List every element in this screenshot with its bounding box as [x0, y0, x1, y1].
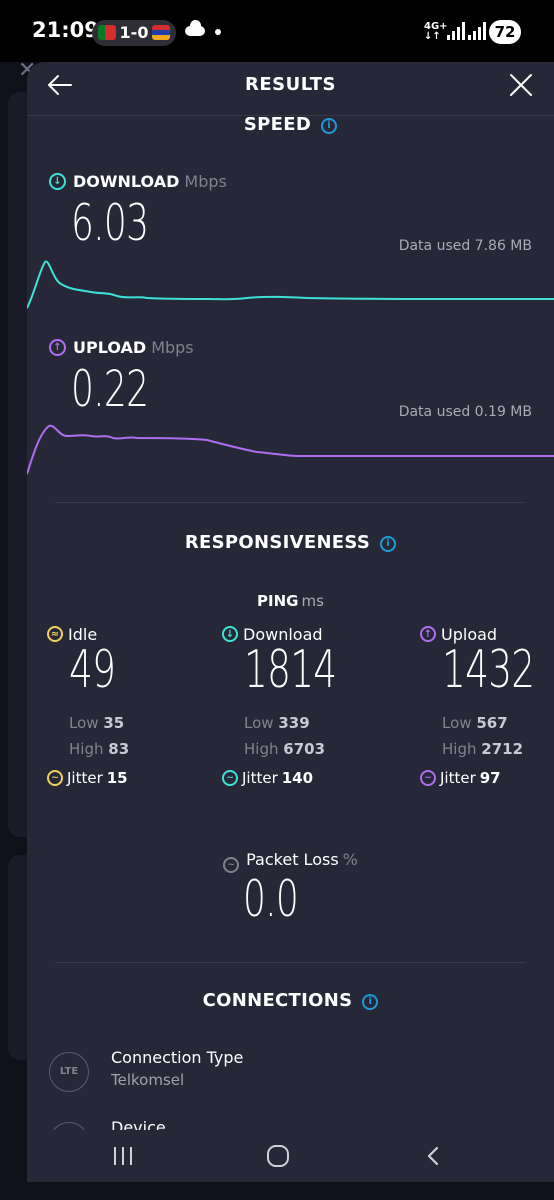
download-label: ↓ DOWNLOAD Mbps [49, 172, 227, 191]
ping-idle-value: 49 [69, 640, 116, 700]
connections-section-title: CONNECTIONS i [27, 990, 554, 1011]
cloud-icon [185, 20, 205, 36]
recent-apps-icon[interactable] [114, 1147, 134, 1165]
ping-download-jitter: ~ Jitter 140 [222, 769, 392, 787]
ping-upload-value: 1432 [442, 640, 535, 700]
download-arrow-icon: ↓ [222, 626, 238, 642]
ping-upload-high: High 2712 [442, 740, 524, 758]
ping-idle-column: ≈ Idle 49 Low 35 High 83 ~ Jitter 15 [47, 624, 217, 787]
connection-type-value: Telkomsel [111, 1071, 185, 1089]
info-icon[interactable]: i [362, 994, 379, 1010]
match-score-notification: 1-0 [92, 20, 176, 46]
jitter-icon: ~ [420, 770, 436, 786]
ping-download-high: High 6703 [244, 740, 326, 758]
upload-speed-value: 0.22 [71, 360, 149, 418]
ping-download-low: Low 339 [244, 714, 310, 732]
page-title: RESULTS [245, 74, 336, 95]
close-icon[interactable] [506, 70, 536, 100]
jitter-icon: ~ [222, 770, 238, 786]
notification-dot-icon [215, 29, 221, 35]
network-type: 4G+ ↓↑ [424, 21, 448, 42]
ping-download-value-wrap: 1814 [222, 640, 392, 710]
signal-icon [468, 22, 486, 40]
ping-upload-jitter: ~ Jitter 97 [420, 769, 554, 787]
bottom-strip [0, 1182, 554, 1200]
ping-upload-low: Low 567 [442, 714, 508, 732]
signal-icon [447, 22, 465, 40]
divider [55, 962, 526, 963]
jitter-icon: ~ [47, 770, 63, 786]
system-navigation-bar [27, 1130, 554, 1182]
info-icon[interactable]: i [321, 118, 338, 134]
results-sheet: RESULTS SPEED i ↓ DOWNLOAD Mbps 6.03 Data … [27, 62, 554, 1182]
upload-speed-graph [27, 424, 554, 475]
info-icon[interactable]: i [380, 536, 397, 552]
ping-idle-low: Low 35 [69, 714, 125, 732]
ping-download-value: 1814 [244, 640, 337, 700]
ping-upload-column: ↑ Upload 1432 Low 567 High 2712 ~ Jitter… [420, 624, 554, 787]
upload-label: ↑ UPLOAD Mbps [49, 338, 194, 357]
connection-type-row: LTE Connection Type Telkomsel [49, 1048, 529, 1098]
download-speed-value: 6.03 [71, 194, 149, 252]
speed-section-title: SPEED i [27, 114, 554, 135]
ping-idle-high: High 83 [69, 740, 130, 758]
divider [55, 502, 526, 503]
idle-icon: ≈ [47, 626, 63, 642]
results-header: RESULTS [27, 62, 554, 116]
status-time: 21:09 [32, 18, 99, 42]
ping-upload-value-wrap: 1432 [420, 640, 554, 710]
connection-type-title: Connection Type [111, 1048, 244, 1067]
packet-loss-value: 0.0 [243, 870, 299, 928]
ping-label: PING ms [257, 592, 324, 610]
home-icon[interactable] [267, 1145, 289, 1167]
nav-back-icon[interactable] [425, 1146, 441, 1166]
responsiveness-section-title: RESPONSIVENESS i [27, 532, 554, 553]
ping-download-column: ↓ Download 1814 Low 339 High 6703 ~ Jitt… [222, 624, 392, 787]
status-bar: 21:09 1-0 4G+ ↓↑ 72 [0, 0, 554, 62]
ping-idle-value-wrap: 49 [47, 640, 217, 710]
download-speed-graph [27, 260, 554, 309]
upload-arrow-icon: ↑ [49, 339, 66, 356]
battery-indicator: 72 [489, 20, 521, 44]
download-arrow-icon: ↓ [49, 173, 66, 190]
ping-idle-jitter: ~ Jitter 15 [47, 769, 217, 787]
lte-icon: LTE [49, 1052, 89, 1092]
packet-loss-icon: ~ [223, 857, 240, 873]
upload-arrow-icon: ↑ [420, 626, 436, 642]
armenia-flag-icon [152, 25, 170, 40]
